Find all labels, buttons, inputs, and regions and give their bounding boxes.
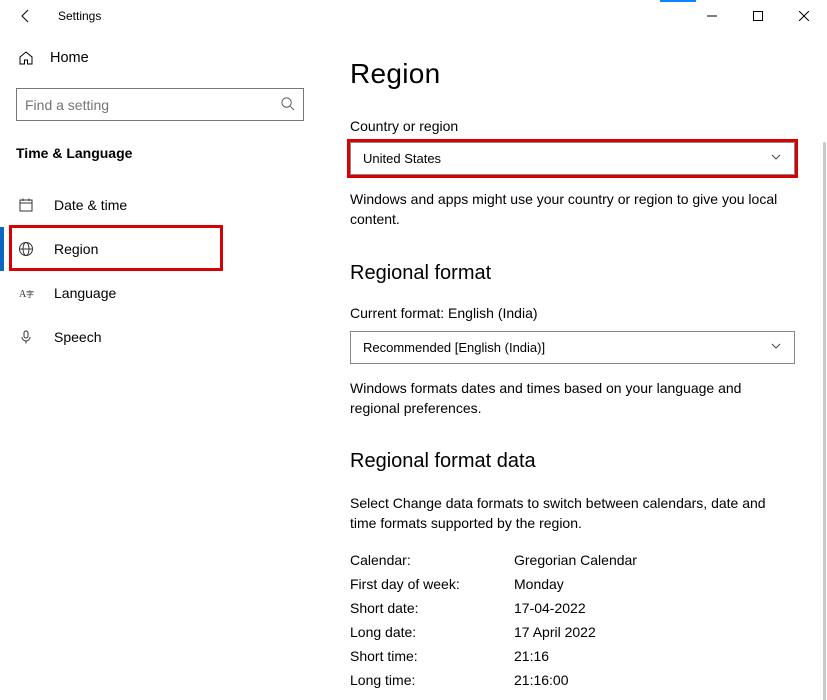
nav-region[interactable]: Region	[16, 227, 330, 271]
search-input-wrapper[interactable]	[16, 88, 304, 121]
category-header: Time & Language	[16, 145, 330, 161]
nav-list: Date & time Region A字 Language Speech	[16, 183, 330, 359]
row-key: Calendar:	[350, 552, 514, 568]
maximize-button[interactable]	[735, 0, 781, 32]
search-input[interactable]	[25, 97, 280, 113]
nav-speech[interactable]: Speech	[16, 315, 330, 359]
minimize-button[interactable]	[689, 0, 735, 32]
svg-text:字: 字	[26, 289, 34, 299]
nav-label: Region	[54, 241, 98, 257]
nav-label: Speech	[54, 329, 101, 345]
row-key: First day of week:	[350, 576, 514, 592]
format-value: Recommended [English (India)]	[363, 340, 545, 355]
country-label: Country or region	[350, 118, 793, 134]
row-value: 17 April 2022	[514, 624, 596, 640]
row-key: Long time:	[350, 672, 514, 688]
content-area: Region Country or region United States W…	[330, 32, 827, 700]
home-label: Home	[50, 50, 89, 66]
search-icon	[280, 96, 295, 114]
regional-format-header: Regional format	[350, 262, 793, 285]
format-select[interactable]: Recommended [English (India)]	[350, 331, 795, 364]
nav-label: Language	[54, 285, 116, 301]
page-title: Region	[350, 58, 793, 90]
current-format-label: Current format: English (India)	[350, 305, 793, 321]
home-icon	[16, 50, 36, 66]
row-key: Short date:	[350, 600, 514, 616]
row-key: Long date:	[350, 624, 514, 640]
country-value: United States	[363, 151, 441, 166]
nav-label: Date & time	[54, 197, 127, 213]
microphone-icon	[16, 329, 36, 345]
data-row: Long date: 17 April 2022	[350, 620, 793, 644]
row-value: 17-04-2022	[514, 600, 586, 616]
data-row: First day of week: Monday	[350, 572, 793, 596]
data-row: Short time: 21:16	[350, 644, 793, 668]
row-value: Gregorian Calendar	[514, 552, 637, 568]
scrollbar[interactable]	[823, 142, 826, 700]
back-button[interactable]	[16, 6, 36, 26]
chevron-down-icon	[770, 340, 782, 355]
row-value: 21:16:00	[514, 672, 569, 688]
titlebar: Settings	[0, 0, 827, 32]
home-nav[interactable]: Home	[16, 40, 330, 76]
clock-icon	[16, 197, 36, 213]
accent-strip	[660, 0, 696, 2]
chevron-down-icon	[770, 151, 782, 166]
format-data-desc: Select Change data formats to switch bet…	[350, 493, 793, 534]
format-hint: Windows formats dates and times based on…	[350, 378, 793, 419]
language-icon: A字	[16, 285, 36, 301]
country-select[interactable]: United States	[350, 142, 795, 175]
row-value: Monday	[514, 576, 564, 592]
window-title: Settings	[58, 9, 101, 23]
country-hint: Windows and apps might use your country …	[350, 189, 793, 230]
globe-icon	[16, 241, 36, 257]
nav-date-time[interactable]: Date & time	[16, 183, 330, 227]
nav-language[interactable]: A字 Language	[16, 271, 330, 315]
data-row: Short date: 17-04-2022	[350, 596, 793, 620]
format-data-header: Regional format data	[350, 450, 793, 473]
format-data-grid: Calendar: Gregorian Calendar First day o…	[350, 548, 793, 692]
row-value: 21:16	[514, 648, 549, 664]
data-row: Calendar: Gregorian Calendar	[350, 548, 793, 572]
row-key: Short time:	[350, 648, 514, 664]
close-button[interactable]	[781, 0, 827, 32]
data-row: Long time: 21:16:00	[350, 668, 793, 692]
sidebar: Home Time & Language Date & time Region	[0, 32, 330, 700]
